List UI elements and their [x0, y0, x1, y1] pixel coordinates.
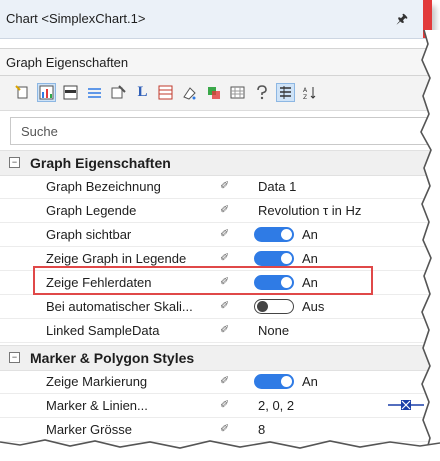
format-icon[interactable]: [205, 84, 222, 101]
toggle-label: An: [302, 374, 318, 389]
paint-icon[interactable]: [181, 84, 198, 101]
property-row[interactable]: Graph sichtbar ✐ An: [0, 223, 432, 247]
toggle-switch[interactable]: [254, 227, 294, 242]
property-row[interactable]: Graph Legende ✐ Revolution τ in Hz: [0, 199, 432, 223]
category-graph-eigenschaften[interactable]: − Graph Eigenschaften: [0, 150, 432, 176]
svg-text:A: A: [303, 87, 308, 94]
properties-icon[interactable]: [110, 84, 127, 101]
property-name: Zeige Graph in Legende: [46, 251, 187, 266]
property-name: Marker & Linien...: [46, 398, 148, 413]
torn-edge-bottom: [0, 439, 440, 461]
property-value[interactable]: None: [258, 323, 289, 338]
torn-edge-right: [420, 30, 440, 460]
category-marker-polygon-styles[interactable]: − Marker & Polygon Styles: [0, 345, 432, 371]
property-name: Graph Legende: [46, 203, 137, 218]
edit-icon[interactable]: ✐: [220, 228, 232, 240]
edit-icon[interactable]: ✐: [220, 300, 232, 312]
property-name: Graph Bezeichnung: [46, 179, 161, 194]
property-name: Graph sichtbar: [46, 227, 132, 242]
collapse-icon[interactable]: −: [9, 352, 20, 363]
svg-text:Z: Z: [303, 94, 307, 100]
category-label: Graph Eigenschaften: [30, 155, 171, 171]
section-bar: Graph Eigenschaften: [0, 48, 432, 76]
legend-icon[interactable]: [86, 84, 103, 101]
bar-icon[interactable]: [62, 84, 79, 101]
property-row[interactable]: Zeige Markierung ✐ An: [0, 370, 432, 394]
section-bar-label: Graph Eigenschaften: [6, 55, 129, 70]
edit-icon[interactable]: ✐: [220, 204, 232, 216]
axis-l-icon[interactable]: L: [134, 84, 151, 101]
window-titlebar[interactable]: Chart <SimplexChart.1> 🖈: [0, 0, 432, 39]
toggle-switch[interactable]: [254, 374, 294, 389]
window-title: Chart <SimplexChart.1>: [6, 11, 146, 26]
edit-icon[interactable]: ✐: [220, 375, 232, 387]
help-icon[interactable]: [253, 84, 270, 101]
property-value[interactable]: 2, 0, 2: [258, 398, 294, 413]
category-label: Marker & Polygon Styles: [30, 350, 195, 366]
properties-panel: Chart <SimplexChart.1> 🖈 Graph Eigenscha…: [0, 0, 432, 455]
highlight-box: [33, 266, 373, 295]
chart-icon[interactable]: [37, 83, 56, 102]
toggle-label: An: [302, 251, 318, 266]
toggle-switch[interactable]: [254, 299, 294, 314]
property-name: Zeige Markierung: [46, 374, 148, 389]
property-value[interactable]: Revolution τ in Hz: [258, 203, 361, 218]
search-box[interactable]: Suche ⌕: [10, 117, 432, 145]
sort-az-icon[interactable]: AZ: [301, 84, 318, 101]
toggle-switch[interactable]: [254, 251, 294, 266]
property-name: Bei automatischer Skali...: [46, 299, 193, 314]
property-name: Linked SampleData: [46, 323, 160, 338]
search-input[interactable]: Suche: [21, 124, 58, 139]
grid-icon[interactable]: [157, 84, 174, 101]
collapse-icon[interactable]: −: [9, 157, 20, 168]
toggle-label: An: [302, 227, 318, 242]
pin-icon[interactable]: 🖈: [396, 10, 408, 32]
edit-icon[interactable]: ✐: [220, 423, 232, 435]
toggle-label: Aus: [302, 299, 325, 314]
property-row[interactable]: Bei automatischer Skali... ✐ Aus: [0, 295, 432, 319]
edit-icon[interactable]: ✐: [220, 180, 232, 192]
property-value[interactable]: 8: [258, 422, 265, 437]
edit-icon[interactable]: ✐: [220, 399, 232, 411]
property-row[interactable]: Marker & Linien... ✐ 2, 0, 2: [0, 394, 432, 418]
new-icon[interactable]: [14, 84, 31, 101]
property-name: Marker Grösse: [46, 422, 132, 437]
toolbar: L AZ: [0, 76, 432, 111]
property-value[interactable]: Data 1: [258, 179, 296, 194]
edit-icon[interactable]: ✐: [220, 324, 232, 336]
table-icon[interactable]: [229, 84, 246, 101]
categorize-icon[interactable]: [276, 83, 295, 102]
edit-icon[interactable]: ✐: [220, 252, 232, 264]
property-row[interactable]: Linked SampleData ✐ None: [0, 319, 432, 343]
property-row[interactable]: Graph Bezeichnung ✐ Data 1: [0, 175, 432, 199]
